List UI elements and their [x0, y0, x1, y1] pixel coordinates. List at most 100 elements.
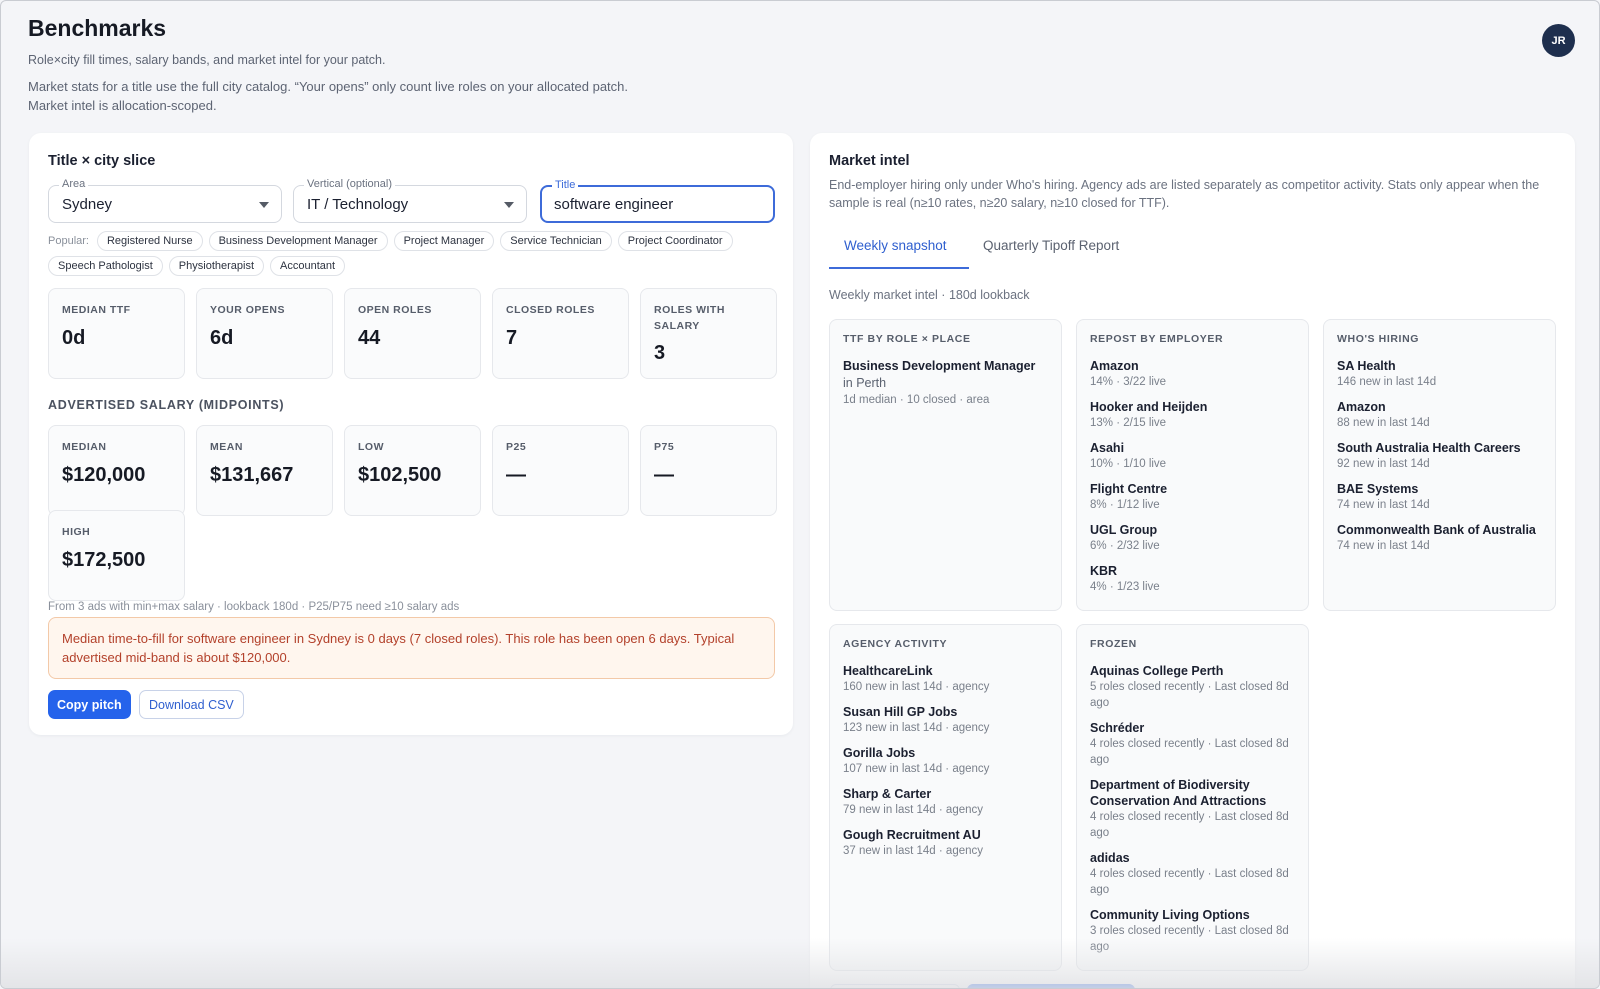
stat-your-opens: YOUR OPENS 6d — [196, 288, 333, 379]
tab-weekly-snapshot[interactable]: Weekly snapshot — [844, 238, 947, 253]
market-intel-title: Market intel — [829, 153, 910, 169]
salary-low: LOW $102,500 — [344, 425, 481, 516]
employer-sub: 5 roles closed recently · Last closed 8d… — [1090, 681, 1289, 709]
agency-sub: 107 new in last 14d · agency — [843, 763, 990, 775]
list-item: Department of Biodiversity Conservation … — [1090, 777, 1295, 841]
salary-section-title: ADVERTISED SALARY (MIDPOINTS) — [48, 398, 285, 412]
title-input[interactable]: Title software engineer — [540, 179, 775, 223]
employer-sub: 74 new in last 14d — [1337, 499, 1430, 511]
list-item: adidas 4 roles closed recently · Last clo… — [1090, 850, 1295, 898]
avatar[interactable]: JR — [1542, 24, 1575, 57]
employer-sub: 4 roles closed recently · Last closed 8d… — [1090, 811, 1289, 839]
employer-name: Amazon — [1090, 359, 1139, 373]
stat-value: $120,000 — [62, 464, 146, 486]
list-item: Gorilla Jobs 107 new in last 14d · agency — [843, 745, 1048, 777]
stat-value: 44 — [358, 327, 381, 349]
popular-chip[interactable]: Accountant — [270, 256, 346, 276]
popular-chip[interactable]: Speech Pathologist — [48, 256, 163, 276]
panel-title: FROZEN — [1090, 638, 1137, 650]
ttf-entry: Business Development Manager in Perth — [843, 358, 1048, 392]
vertical-label: Vertical (optional) — [304, 178, 395, 190]
area-label: Area — [59, 178, 89, 190]
secondary-action-button[interactable] — [830, 984, 960, 988]
employer-name: Commonwealth Bank of Australia — [1337, 523, 1536, 537]
list-item: Asahi 10% · 1/10 live — [1090, 440, 1295, 472]
stat-label: P75 — [654, 441, 675, 453]
stat-closed-roles: CLOSED ROLES 7 — [492, 288, 629, 379]
salary-p75: P75 — — [640, 425, 777, 516]
list-item: Gough Recruitment AU 37 new in last 14d ·… — [843, 827, 1048, 859]
employer-name: Amazon — [1337, 400, 1386, 414]
salary-high: HIGH $172,500 — [48, 510, 185, 601]
stat-label: MEDIAN — [62, 441, 107, 453]
lookback-note: Weekly market intel · 180d lookback — [829, 288, 1030, 302]
area-value: Sydney — [62, 196, 113, 213]
stat-label: LOW — [358, 441, 384, 453]
list-item: BAE Systems 74 new in last 14d — [1337, 481, 1542, 513]
tab-quarterly-tipoff[interactable]: Quarterly Tipoff Report — [983, 238, 1119, 253]
primary-action-button[interactable] — [967, 984, 1135, 988]
popular-chip[interactable]: Project Manager — [393, 231, 495, 251]
stat-value: $172,500 — [62, 549, 146, 571]
panel-title: REPOST BY EMPLOYER — [1090, 333, 1224, 345]
stat-open-roles: OPEN ROLES 44 — [344, 288, 481, 379]
market-intel-card: Market intel End-employer hiring only un… — [810, 133, 1575, 988]
list-item: South Australia Health Careers 92 new in … — [1337, 440, 1542, 472]
active-tab-indicator — [829, 267, 969, 269]
stat-value: 6d — [210, 327, 234, 349]
stat-value: — — [654, 464, 674, 486]
stat-label: ROLES WITH SALARY — [654, 304, 725, 332]
popular-chip[interactable]: Registered Nurse — [96, 231, 203, 251]
list-item: Amazon 88 new in last 14d — [1337, 399, 1542, 431]
list-item: Aquinas College Perth 5 roles closed rece… — [1090, 663, 1295, 711]
employer-sub: 74 new in last 14d — [1337, 540, 1430, 552]
stat-value: $131,667 — [210, 464, 294, 486]
popular-label: Popular: — [48, 235, 89, 247]
ttf-place: Perth — [856, 376, 887, 390]
employer-sub: 3 roles closed recently · Last closed 8d… — [1090, 925, 1289, 953]
employer-sub: 4 roles closed recently · Last closed 8d… — [1090, 868, 1289, 896]
employer-name: SA Health — [1337, 359, 1396, 373]
title-value[interactable]: software engineer — [554, 196, 673, 213]
download-csv-button[interactable]: Download CSV — [139, 690, 244, 719]
salary-stats-row2: HIGH $172,500 — [48, 510, 185, 601]
employer-name: South Australia Health Careers — [1337, 441, 1521, 455]
popular-chip[interactable]: Business Development Manager — [208, 231, 388, 251]
stat-label: MEDIAN TTF — [62, 304, 131, 316]
list-item: UGL Group 6% · 2/32 live — [1090, 522, 1295, 554]
employer-sub: 8% · 1/12 live — [1090, 499, 1160, 511]
employer-name: Department of Biodiversity Conservation … — [1090, 778, 1267, 808]
copy-pitch-button[interactable]: Copy pitch — [48, 690, 131, 719]
agency-name: Susan Hill GP Jobs — [843, 705, 958, 719]
vertical-select[interactable]: Vertical (optional) IT / Technology — [293, 178, 527, 223]
employer-sub: 6% · 2/32 live — [1090, 540, 1160, 552]
employer-sub: 88 new in last 14d — [1337, 417, 1430, 429]
whos-hiring-panel: WHO'S HIRING SA Health 146 new in last 14… — [1323, 319, 1556, 611]
list-item: HealthcareLink 160 new in last 14d · agen… — [843, 663, 1048, 695]
stat-label: HIGH — [62, 526, 91, 538]
list-item: Hooker and Heijden 13% · 2/15 live — [1090, 399, 1295, 431]
salary-median: MEDIAN $120,000 — [48, 425, 185, 516]
stat-label: P25 — [506, 441, 527, 453]
ttf-connector: in — [843, 376, 853, 390]
employer-name: KBR — [1090, 564, 1118, 578]
intel-tabs: Weekly snapshot Quarterly Tipoff Report — [829, 228, 1556, 270]
area-select[interactable]: Area Sydney — [48, 178, 282, 223]
slice-card-title: Title × city slice — [48, 153, 156, 169]
popular-chip[interactable]: Service Technician — [500, 231, 612, 251]
list-item: Susan Hill GP Jobs 123 new in last 14d · … — [843, 704, 1048, 736]
frozen-panel: FROZEN Aquinas College Perth 5 roles clos… — [1076, 624, 1309, 971]
employer-sub: 146 new in last 14d — [1337, 376, 1437, 388]
salary-stats: MEDIAN $120,000 MEAN $131,667 LOW $102,5… — [48, 425, 777, 516]
agency-name: Gorilla Jobs — [843, 746, 916, 760]
list-item: Community Living Options 3 roles closed r… — [1090, 907, 1295, 955]
slice-card: Title × city slice Area Sydney Vertical … — [29, 133, 793, 735]
title-label: Title — [552, 179, 579, 191]
stat-value: 7 — [506, 327, 518, 349]
panel-title: WHO'S HIRING — [1337, 333, 1420, 345]
popular-chip[interactable]: Physiotherapist — [168, 256, 265, 276]
popular-chip[interactable]: Project Coordinator — [617, 231, 733, 251]
employer-name: UGL Group — [1090, 523, 1158, 537]
salary-p25: P25 — — [492, 425, 629, 516]
list-item: SA Health 146 new in last 14d — [1337, 358, 1542, 390]
